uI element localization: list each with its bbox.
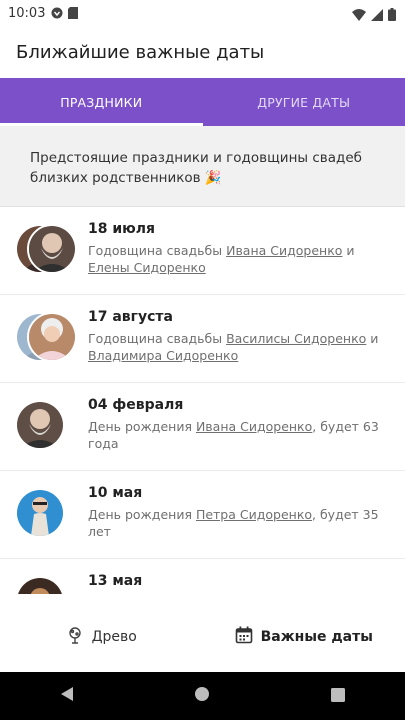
- sd-card-icon: [68, 4, 79, 23]
- list-item[interactable]: 04 февраля День рождения Ивана Сидоренко…: [0, 383, 405, 471]
- event-description: Годовщина свадьбы Ивана Сидоренко и Елен…: [88, 242, 385, 276]
- event-desc-prefix: День рождения: [88, 419, 196, 434]
- avatar-group: [15, 400, 79, 452]
- list-item[interactable]: 10 мая День рождения Петра Сидоренко, бу…: [0, 471, 405, 559]
- person-link[interactable]: Ивана Сидоренко: [226, 243, 342, 258]
- home-icon[interactable]: [194, 686, 210, 706]
- nav-label: Важные даты: [260, 629, 373, 645]
- calendar-icon: [235, 626, 253, 648]
- avatar-group: [15, 312, 79, 364]
- tab-label: ПРАЗДНИКИ: [60, 94, 143, 110]
- status-bar: 10:03: [0, 0, 405, 26]
- info-banner: Предстоящие праздники и годовщины свадеб…: [0, 126, 405, 206]
- avatar: [15, 488, 65, 538]
- pocket-icon: [51, 4, 63, 23]
- tree-icon: [66, 626, 84, 648]
- wifi-icon: [352, 6, 366, 25]
- person-link[interactable]: Василисы Сидоренко: [226, 331, 366, 346]
- tab-other-dates[interactable]: ДРУГИЕ ДАТЫ: [203, 78, 405, 126]
- avatar-group: [15, 576, 79, 594]
- page-title: Ближайшие важные даты: [16, 41, 265, 63]
- event-date: 04 февраля: [88, 397, 184, 413]
- event-description: Годовщина свадьбы Василисы Сидоренко и В…: [88, 330, 385, 364]
- party-popper-icon: 🎉: [204, 170, 222, 186]
- avatar: [15, 400, 65, 450]
- event-date: 18 июля: [88, 221, 156, 237]
- event-desc-prefix: День рождения: [88, 507, 196, 522]
- system-navigation-bar: [0, 672, 405, 720]
- tab-label: ДРУГИЕ ДАТЫ: [257, 94, 351, 110]
- banner-text: Предстоящие праздники и годовщины свадеб…: [30, 150, 362, 186]
- app-bar: Ближайшие важные даты: [0, 26, 405, 78]
- back-icon[interactable]: [60, 686, 74, 706]
- list-item[interactable]: 17 августа Годовщина свадьбы Василисы Си…: [0, 295, 405, 383]
- event-description: День рождения Петра Сидоренко, будет 35 …: [88, 506, 385, 540]
- tab-holidays[interactable]: ПРАЗДНИКИ: [0, 78, 203, 126]
- person-link[interactable]: Владимира Сидоренко: [88, 348, 238, 363]
- status-time: 10:03: [8, 5, 46, 21]
- battery-icon: [388, 6, 396, 25]
- list-item[interactable]: 18 июля Годовщина свадьбы Ивана Сидоренк…: [0, 207, 405, 295]
- avatar: [15, 576, 65, 594]
- event-date: 17 августа: [88, 309, 173, 325]
- event-desc-prefix: Годовщина свадьбы: [88, 331, 227, 346]
- recents-icon[interactable]: [330, 687, 345, 706]
- avatar-group: [15, 224, 79, 276]
- bottom-navigation: Древо Важные даты: [0, 604, 405, 670]
- nav-label: Древо: [91, 629, 137, 645]
- events-list[interactable]: 18 июля Годовщина свадьбы Ивана Сидоренк…: [0, 207, 405, 594]
- person-link[interactable]: Елены Сидоренко: [88, 260, 206, 275]
- signal-icon: [371, 6, 383, 25]
- event-date: 10 мая: [88, 485, 143, 501]
- event-date: 13 мая: [88, 573, 143, 589]
- avatar: [27, 224, 77, 274]
- list-item[interactable]: 13 мая: [0, 559, 405, 594]
- person-link[interactable]: Петра Сидоренко: [196, 507, 312, 522]
- tab-bar: ПРАЗДНИКИ ДРУГИЕ ДАТЫ: [0, 78, 405, 126]
- avatar: [27, 312, 77, 362]
- avatar-group: [15, 488, 79, 540]
- nav-important-dates[interactable]: Важные даты: [203, 604, 405, 670]
- event-desc-middle: и: [342, 243, 355, 258]
- person-link[interactable]: Ивана Сидоренко: [196, 419, 312, 434]
- nav-tree[interactable]: Древо: [0, 604, 203, 670]
- event-description: День рождения Ивана Сидоренко, будет 63 …: [88, 418, 385, 452]
- event-desc-middle: и: [366, 331, 379, 346]
- event-desc-prefix: Годовщина свадьбы: [88, 243, 227, 258]
